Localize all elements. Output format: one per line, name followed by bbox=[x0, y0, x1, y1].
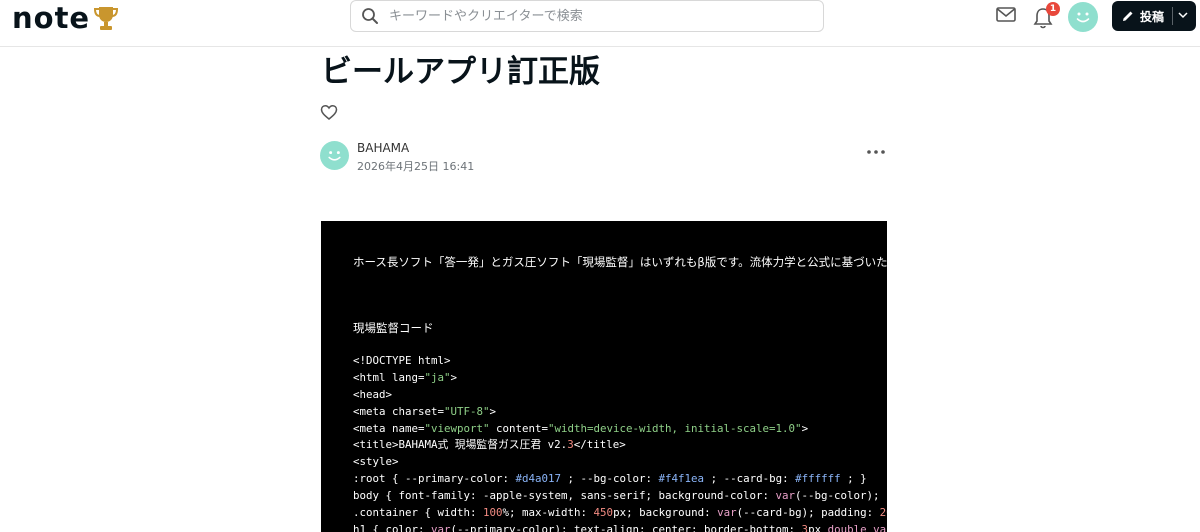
notification-button[interactable]: 1 bbox=[1032, 2, 1060, 30]
code-line: <meta charset="UTF-8"> bbox=[353, 404, 497, 418]
code-section-heading: 現場監督コード bbox=[353, 321, 434, 335]
more-options-icon[interactable] bbox=[866, 144, 886, 160]
heart-icon[interactable] bbox=[320, 104, 338, 121]
code-line: <title>BAHAMA式 現場監督ガス圧君 v2.3</title> bbox=[353, 438, 626, 452]
article-title: ビールアプリ訂正版 bbox=[321, 54, 600, 90]
post-button-label: 投稿 bbox=[1140, 9, 1165, 24]
intro-text: ホース長ソフト「答一発」とガス圧ソフト「現場監督」はいずれもβ版です。流体力学と… bbox=[353, 255, 887, 269]
user-avatar[interactable] bbox=[1068, 2, 1098, 32]
search-box[interactable] bbox=[350, 0, 824, 32]
code-line: <!DOCTYPE html> bbox=[353, 354, 451, 367]
post-button-divider bbox=[1172, 7, 1173, 25]
code-line: body { font-family: -apple-system, sans-… bbox=[353, 489, 887, 503]
publish-date: 2026年4月25日 16:41 bbox=[357, 160, 475, 173]
post-button[interactable]: 投稿 bbox=[1112, 1, 1196, 31]
code-block: ホース長ソフト「答一発」とガス圧ソフト「現場監督」はいずれもβ版です。流体力学と… bbox=[321, 221, 887, 532]
author-avatar[interactable] bbox=[320, 141, 349, 170]
code-line: <html lang="ja"> bbox=[353, 370, 458, 384]
search-input[interactable] bbox=[387, 7, 791, 25]
note-logo[interactable]: note bbox=[12, 3, 120, 33]
author-name[interactable]: BAHAMA bbox=[357, 141, 409, 155]
code-line: h1 { color: var(--primary-color); text-a… bbox=[353, 522, 887, 532]
code-line: :root { --primary-color: #d4a017 ; --bg-… bbox=[353, 472, 867, 486]
mail-icon[interactable] bbox=[996, 6, 1016, 24]
top-header: note 1 投稿 bbox=[0, 0, 1200, 47]
trophy-icon bbox=[94, 7, 119, 30]
code-line: <style> bbox=[353, 455, 399, 469]
code-line: .container { width: 100%; max-width: 450… bbox=[353, 506, 887, 520]
code-lines: <!DOCTYPE html> <html lang="ja"> <head> … bbox=[353, 353, 887, 532]
code-line: <head> bbox=[353, 387, 393, 401]
notification-badge: 1 bbox=[1046, 2, 1060, 16]
pencil-icon bbox=[1123, 11, 1133, 21]
chevron-down-icon[interactable] bbox=[1178, 11, 1188, 19]
search-icon bbox=[362, 8, 378, 24]
logo-text: note bbox=[12, 1, 91, 35]
code-line: <meta name="viewport" content="width=dev… bbox=[353, 421, 809, 435]
